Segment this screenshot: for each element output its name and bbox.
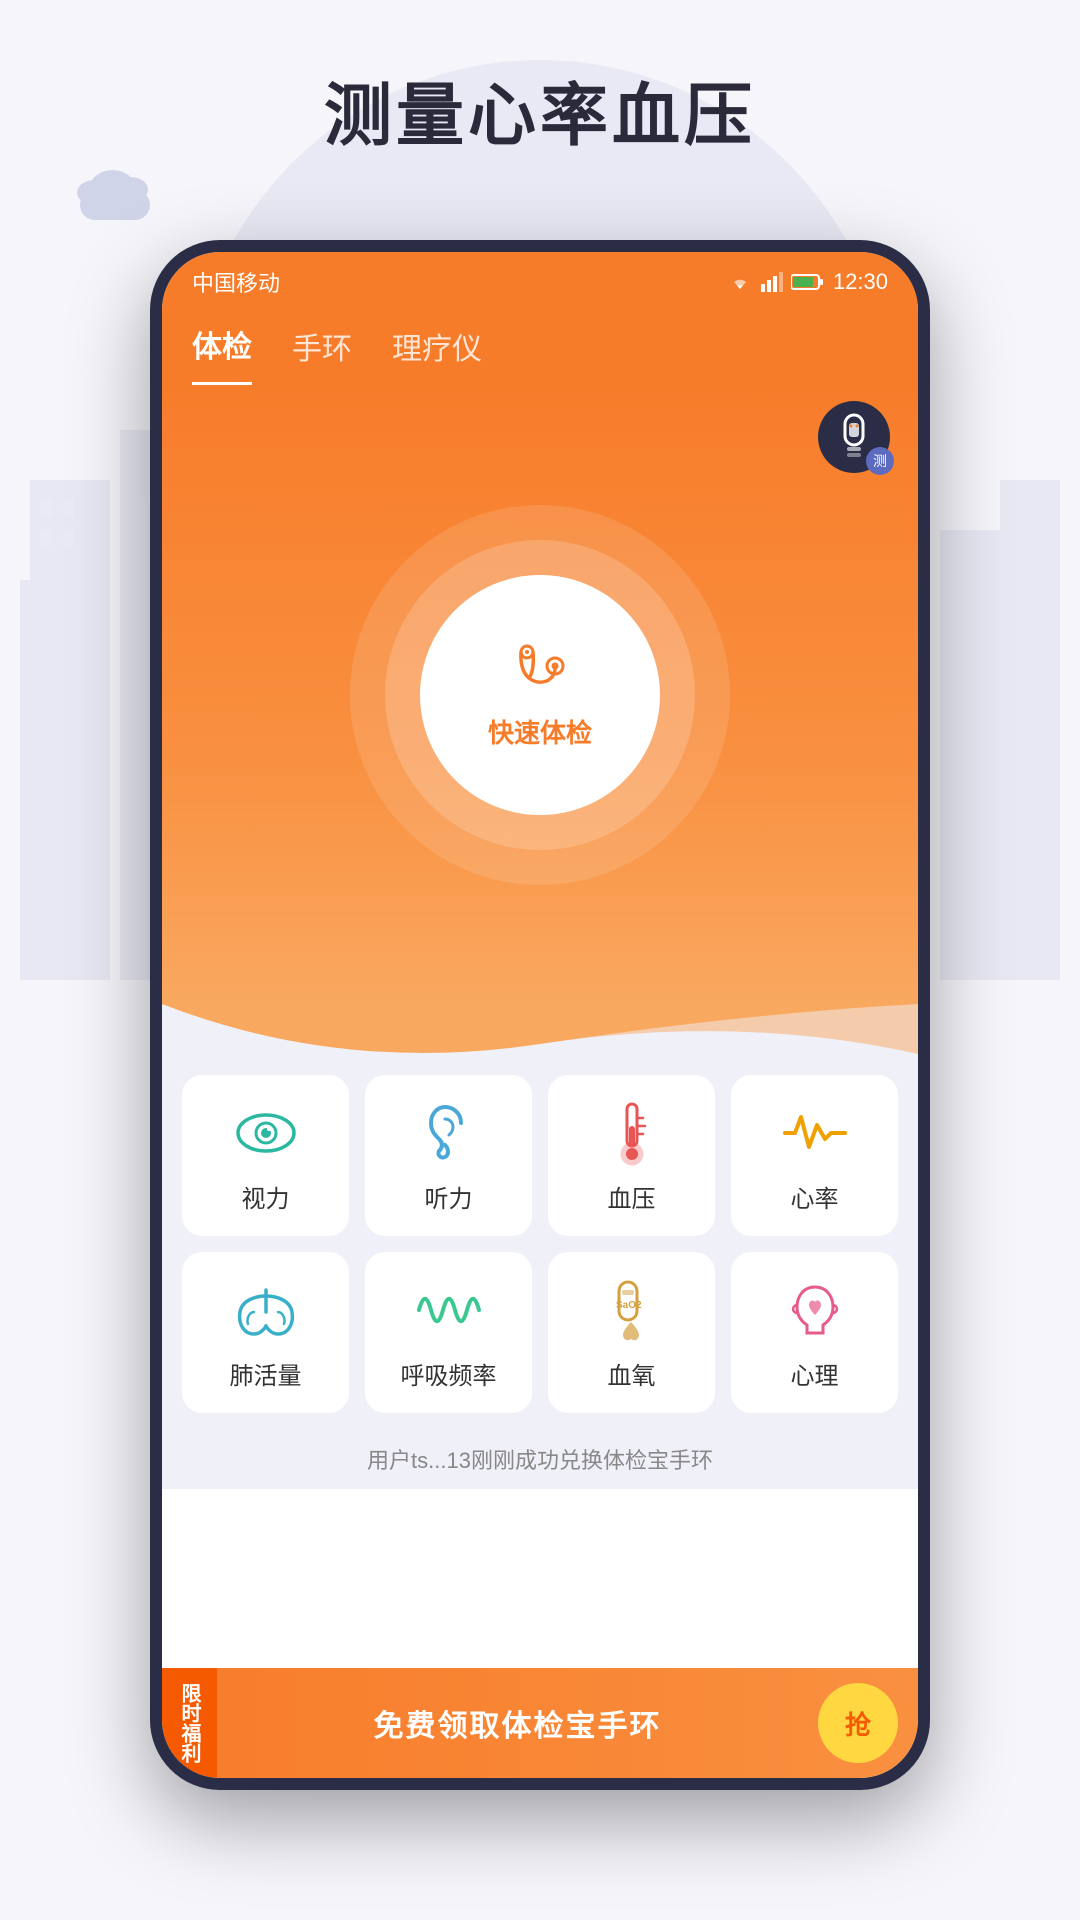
grid-item-respiration[interactable]: 呼吸频率 — [365, 1252, 532, 1413]
eye-icon — [231, 1103, 301, 1163]
grid-item-hearing[interactable]: 听力 — [365, 1075, 532, 1236]
ear-icon — [414, 1103, 484, 1163]
status-bar: 中国移动 — [162, 252, 918, 312]
wave-transition — [162, 1005, 918, 1055]
signal-icon — [761, 272, 783, 292]
blood-pressure-label: 血压 — [608, 1179, 656, 1214]
grid-item-vision[interactable]: 视力 — [182, 1075, 349, 1236]
status-right: 12:30 — [727, 269, 888, 295]
wifi-icon — [727, 271, 753, 293]
wristband-button[interactable]: 测 — [818, 401, 898, 481]
sao2-icon: SaO2 — [597, 1280, 667, 1340]
app-header: 体检 手环 理疗仪 — [162, 312, 918, 385]
tab-wristband[interactable]: 手环 — [292, 324, 352, 384]
grid-item-heart-rate[interactable]: 心率 — [731, 1075, 898, 1236]
tab-physical-exam[interactable]: 体检 — [192, 322, 252, 385]
respiration-label: 呼吸频率 — [401, 1356, 497, 1391]
hearing-label: 听力 — [425, 1179, 473, 1214]
signal-icons — [727, 271, 823, 293]
quick-exam-button[interactable]: 快速体检 — [420, 575, 660, 815]
wristband-badge: 测 — [866, 447, 894, 475]
page-title: 测量心率血压 — [0, 60, 1080, 159]
cloud-decoration — [60, 170, 160, 220]
blood-oxygen-label: 血氧 — [608, 1356, 656, 1391]
heartrate-icon — [780, 1103, 850, 1163]
mental-icon — [780, 1280, 850, 1340]
mental-label: 心理 — [791, 1356, 839, 1391]
grid-item-lung-capacity[interactable]: 肺活量 — [182, 1252, 349, 1413]
quick-exam-label: 快速体检 — [488, 713, 592, 750]
grid-item-mental[interactable]: 心理 — [731, 1252, 898, 1413]
wristband-circle: 测 — [818, 401, 890, 473]
phone-frame: 中国移动 — [150, 240, 930, 1790]
carrier-label: 中国移动 — [192, 266, 280, 298]
content-grid: 视力 听力 — [162, 1055, 918, 1489]
notification-text: 用户ts...13刚刚成功兑换体检宝手环 — [367, 1448, 713, 1473]
thermometer-icon — [597, 1103, 667, 1163]
stethoscope-icon — [505, 640, 575, 705]
heart-rate-label: 心率 — [791, 1179, 839, 1214]
phone-screen: 中国移动 — [162, 252, 918, 1778]
vision-label: 视力 — [242, 1179, 290, 1214]
battery-icon — [791, 273, 823, 291]
tab-therapy[interactable]: 理疗仪 — [392, 324, 482, 384]
grid-row-2: 肺活量 呼吸频率 — [182, 1252, 898, 1413]
bottom-banner[interactable]: 限时福利 免费领取体检宝手环 抢 — [162, 1668, 918, 1778]
grid-row-1: 视力 听力 — [182, 1075, 898, 1236]
grid-item-blood-pressure[interactable]: 血压 — [548, 1075, 715, 1236]
lung-capacity-label: 肺活量 — [230, 1356, 302, 1391]
banner-tag: 限时福利 — [162, 1668, 217, 1778]
circle-container: 快速体检 — [340, 495, 740, 895]
lungs-icon — [231, 1280, 301, 1340]
banner-grab-button[interactable]: 抢 — [818, 1683, 898, 1763]
wave-svg — [162, 1004, 918, 1074]
time-display: 12:30 — [833, 269, 888, 295]
nav-tabs: 体检 手环 理疗仪 — [192, 322, 888, 385]
resp-wave-icon — [414, 1280, 484, 1340]
banner-text: 免费领取体检宝手环 — [217, 1701, 818, 1745]
grid-item-blood-oxygen[interactable]: SaO2 血氧 — [548, 1252, 715, 1413]
svg-text:SaO2: SaO2 — [616, 1300, 642, 1311]
notification-bar: 用户ts...13刚刚成功兑换体检宝手环 — [182, 1429, 898, 1489]
main-content-area: 测 快速体检 — [162, 385, 918, 1005]
